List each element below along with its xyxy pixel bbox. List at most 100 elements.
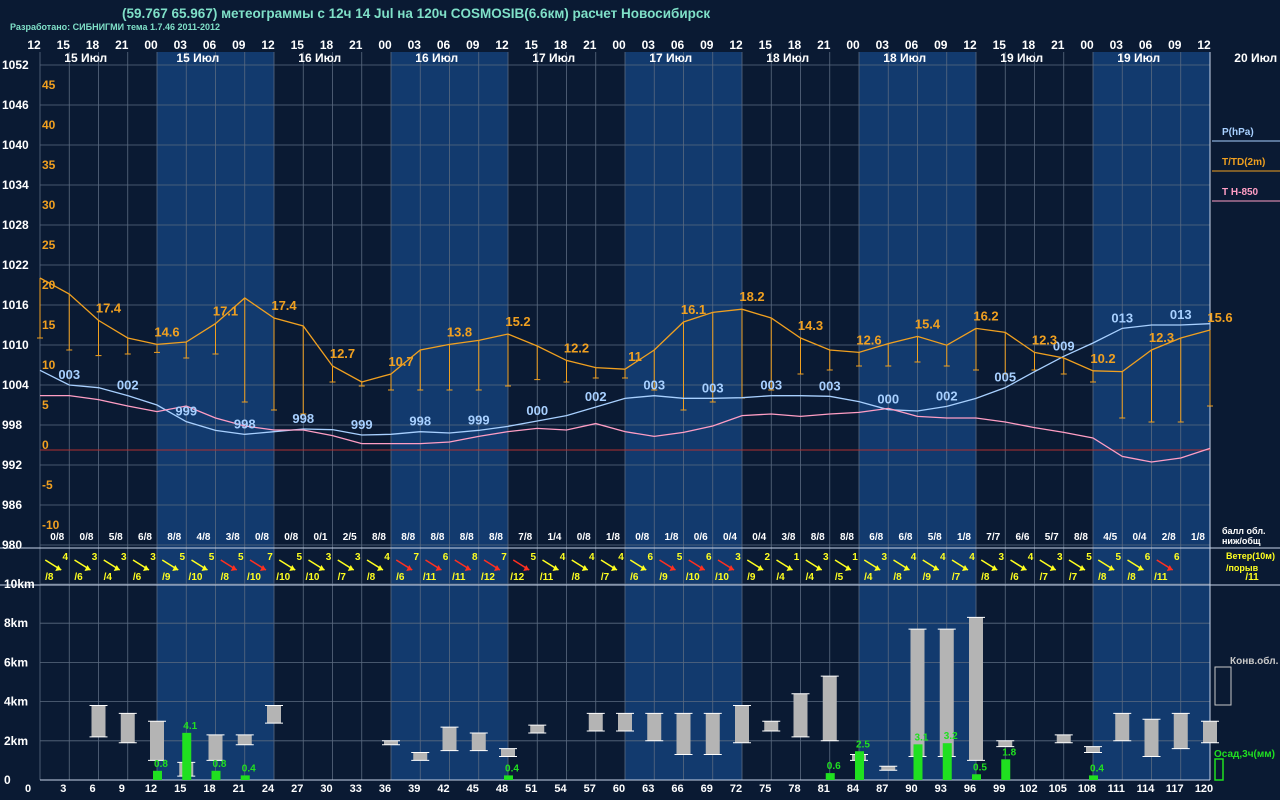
temperature-tick-label: 35	[42, 158, 56, 172]
wind-gust-label: /6	[133, 572, 142, 583]
wind-speed-label: 3	[735, 552, 741, 563]
convective-cloud-bar	[793, 693, 808, 737]
wind-speed-label: 5	[1086, 552, 1092, 563]
wind-speed-label: 3	[1057, 552, 1063, 563]
bottom-hour-label: 60	[613, 783, 625, 795]
wind-gust-label: /10	[276, 572, 290, 583]
top-hour-label: 18	[554, 38, 568, 52]
top-hour-label: 15	[759, 38, 773, 52]
temperature-tick-label: -5	[42, 478, 53, 492]
precip-bar	[972, 774, 981, 780]
cloud-cover-label: 3/8	[226, 532, 240, 543]
precip-bar	[1001, 759, 1011, 780]
cloud-cover-label: 8/8	[489, 532, 503, 543]
wind-speed-label: 4	[1028, 552, 1034, 563]
temperature-data-label: 10.7	[388, 354, 413, 369]
pressure-tick-label: 998	[2, 418, 22, 432]
bottom-hour-label: 33	[350, 783, 362, 795]
wind-speed-label: 6	[443, 552, 449, 563]
wind-arrowhead	[1020, 565, 1027, 571]
top-hour-label: 00	[846, 38, 860, 52]
convective-cloud-bar	[150, 721, 164, 761]
cloud-height-tick-label: 10km	[4, 577, 35, 591]
legend-temperature: T/TD(2m)	[1222, 157, 1265, 168]
convective-cloud-bar	[413, 752, 428, 761]
temperature-tick-label: 45	[42, 78, 56, 92]
wind-arrowhead	[786, 565, 793, 571]
precip-data-label: 0.4	[505, 763, 519, 774]
meteogram-chart: 12 15 18 21 00 03 06 09 12 15 18 21 00 03 06 09 12 15 18 21…	[0, 38, 1280, 795]
bottom-hour-label: 69	[701, 783, 713, 795]
wind-gust-label: /7	[601, 572, 610, 583]
day-label: 19 Июл	[1000, 51, 1043, 65]
wind-speed-label: 6	[1145, 552, 1151, 563]
wind-gust-label: /8	[45, 572, 54, 583]
convective-cloud-bar	[1173, 713, 1188, 749]
bottom-hour-label: 48	[496, 783, 508, 795]
pressure-tick-label: 1004	[2, 378, 29, 392]
top-hour-label: 18	[1022, 38, 1036, 52]
top-hour-label: 15	[291, 38, 305, 52]
precip-bar	[504, 775, 513, 780]
pressure-tick-label: 992	[2, 458, 22, 472]
bottom-hour-label: 93	[935, 783, 947, 795]
wind-gust-label: /9	[659, 572, 668, 583]
cloud-cover-label: 0/4	[723, 532, 737, 543]
pressure-tick-label: 986	[2, 498, 22, 512]
pressure-data-label: 013	[1111, 310, 1133, 325]
bottom-hour-label: 57	[584, 783, 596, 795]
wind-speed-label: 8	[472, 552, 478, 563]
convective-cloud-bar	[822, 676, 837, 741]
precip-data-label: 0.8	[213, 759, 227, 770]
convective-cloud-bar	[384, 740, 398, 745]
temperature-tick-label: -10	[42, 518, 60, 532]
temperature-data-label: 13.8	[447, 324, 472, 339]
bottom-hour-label: 105	[1049, 783, 1067, 795]
cloud-cover-label: 6/8	[899, 532, 913, 543]
cloud-cover-label: 0/4	[1133, 532, 1147, 543]
wind-speed-label: 4	[384, 552, 390, 563]
pressure-data-label: 998	[234, 416, 256, 431]
top-hour-label: 03	[642, 38, 656, 52]
bottom-hour-label: 15	[174, 783, 186, 795]
temperature-data-label: 12.6	[856, 332, 881, 347]
cloud-cover-label: 0/4	[752, 532, 766, 543]
precip-data-label: 3.1	[915, 732, 929, 743]
wind-arrowhead	[55, 565, 62, 571]
wind-speed-label: 3	[121, 552, 127, 563]
convective-cloud-legend-box	[1214, 666, 1232, 706]
top-hour-label: 12	[495, 38, 509, 52]
pressure-data-label: 999	[351, 417, 373, 432]
cloud-cover-label: 0/1	[314, 532, 328, 543]
precip-bar	[855, 751, 864, 780]
top-hour-label: 09	[232, 38, 246, 52]
top-hour-label: 00	[144, 38, 158, 52]
cloud-cover-label: 6/8	[869, 532, 883, 543]
temperature-tick-label: 40	[42, 118, 56, 132]
precip-bar	[240, 775, 250, 780]
wind-speed-label: 1	[794, 552, 800, 563]
temperature-data-label: 11	[628, 349, 642, 364]
bottom-hour-label: 9	[119, 783, 125, 795]
convective-cloud-bar	[969, 617, 983, 761]
pressure-tick-label: 1052	[2, 58, 29, 72]
wind-gust-label: /11	[1245, 572, 1259, 583]
pressure-tick-label: 1010	[2, 338, 29, 352]
cloud-cover-label: 1/8	[957, 532, 971, 543]
cloud-cover-label: 6/8	[138, 532, 152, 543]
wind-gust-label: /9	[162, 572, 171, 583]
wind-speed-label: 5	[238, 552, 244, 563]
wind-speed-label: 5	[296, 552, 302, 563]
pressure-data-label: 999	[175, 404, 197, 419]
precip-data-label: 0.4	[1090, 763, 1104, 774]
bottom-hour-label: 66	[671, 783, 683, 795]
wind-gust-label: /8	[572, 572, 581, 583]
bottom-hour-label: 75	[759, 783, 771, 795]
convective-cloud-bar	[237, 734, 252, 745]
wind-gust-label: /7	[1069, 572, 1078, 583]
convective-cloud-bar	[1144, 719, 1159, 757]
convective-cloud-bar	[120, 713, 135, 743]
wind-speed-label: 4	[618, 552, 624, 563]
top-hour-label: 09	[700, 38, 714, 52]
top-hour-label: 12	[963, 38, 977, 52]
